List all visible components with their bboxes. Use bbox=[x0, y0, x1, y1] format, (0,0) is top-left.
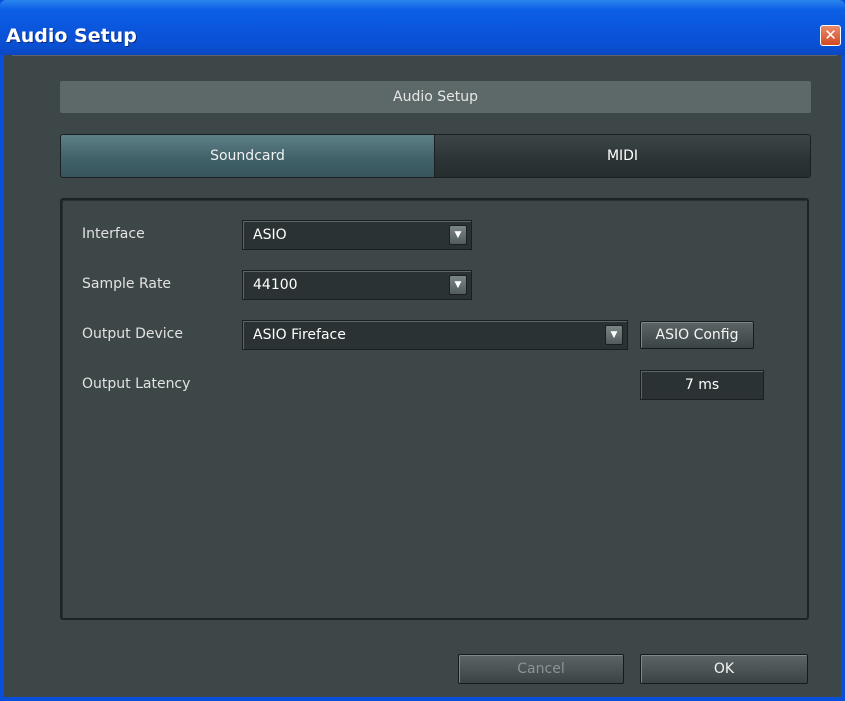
audio-setup-window: Audio Setup ✕ Audio Setup Soundcard MIDI… bbox=[0, 0, 845, 701]
cancel-button[interactable]: Cancel bbox=[458, 654, 624, 684]
interface-label: Interface bbox=[82, 226, 145, 242]
chevron-down-icon[interactable]: ▼ bbox=[449, 225, 467, 245]
dialog-body: Audio Setup Soundcard MIDI Interface ASI… bbox=[12, 55, 837, 694]
window-title: Audio Setup bbox=[6, 25, 137, 47]
section-header: Audio Setup bbox=[60, 81, 811, 113]
asio-config-button[interactable]: ASIO Config bbox=[640, 321, 754, 349]
output-latency-value: 7 ms bbox=[640, 370, 764, 400]
sample-rate-label: Sample Rate bbox=[82, 276, 172, 292]
output-device-value: ASIO Fireface bbox=[253, 327, 346, 343]
tab-soundcard[interactable]: Soundcard bbox=[61, 135, 435, 177]
tab-bar: Soundcard MIDI bbox=[60, 134, 811, 178]
chevron-down-icon[interactable]: ▼ bbox=[449, 275, 467, 295]
output-device-select[interactable]: ASIO Fireface ▼ bbox=[242, 320, 628, 350]
tab-midi[interactable]: MIDI bbox=[435, 135, 810, 177]
title-bar[interactable]: Audio Setup ✕ bbox=[0, 0, 845, 55]
interface-value: ASIO bbox=[253, 227, 287, 243]
close-icon: ✕ bbox=[824, 26, 837, 44]
interface-select[interactable]: ASIO ▼ bbox=[242, 220, 472, 250]
chevron-down-icon[interactable]: ▼ bbox=[605, 325, 623, 345]
output-latency-label: Output Latency bbox=[82, 376, 191, 392]
soundcard-panel: Interface ASIO ▼ Sample Rate 44100 ▼ Out… bbox=[60, 198, 809, 620]
output-device-label: Output Device bbox=[82, 326, 183, 342]
ok-button[interactable]: OK bbox=[640, 654, 808, 684]
sample-rate-select[interactable]: 44100 ▼ bbox=[242, 270, 472, 300]
sample-rate-value: 44100 bbox=[253, 277, 298, 293]
close-button[interactable]: ✕ bbox=[820, 25, 841, 46]
